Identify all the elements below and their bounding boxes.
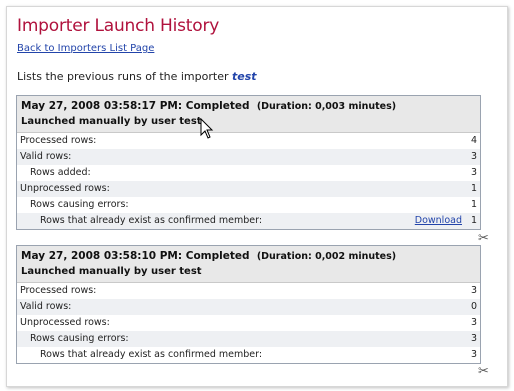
stat-row-existing: Rows that already exist as confirmed mem… [17, 213, 480, 229]
run-status-text: May 27, 2008 03:58:17 PM: Completed [21, 100, 250, 112]
stat-row-added: Rows added: 3 [30, 167, 477, 178]
scissors-icon: ✂ [478, 364, 489, 379]
run-status: May 27, 2008 03:58:10 PM: Completed (Dur… [21, 249, 476, 264]
scissors-icon: ✂ [478, 231, 489, 246]
run-panel: May 27, 2008 03:58:10 PM: Completed (Dur… [16, 245, 481, 364]
run-duration: (Duration: 0,003 minutes) [256, 101, 397, 112]
stat-row-valid: Valid rows: 3 [17, 149, 480, 165]
download-link[interactable]: Download [415, 213, 462, 229]
stat-row-unprocessed: Unprocessed rows: 1 [17, 181, 480, 197]
stat-row-unprocessed: Unprocessed rows: 3 [20, 317, 477, 328]
run-header: May 27, 2008 03:58:17 PM: Completed (Dur… [17, 96, 480, 133]
run-status-text: May 27, 2008 03:58:10 PM: Completed [21, 250, 250, 262]
stat-row-errors: Rows causing errors: 3 [17, 331, 480, 347]
stat-row-valid: Valid rows: 0 [17, 299, 480, 315]
run-duration: (Duration: 0,002 minutes) [256, 251, 397, 262]
stat-row-errors: Rows causing errors: 1 [30, 199, 477, 210]
back-to-importers-link[interactable]: Back to Importers List Page [17, 43, 154, 54]
run-panel: May 27, 2008 03:58:17 PM: Completed (Dur… [16, 95, 481, 230]
importer-name[interactable]: test [232, 70, 257, 83]
intro-text: Lists the previous runs of the importer … [17, 70, 257, 83]
run-launcher: Launched manually by user test [21, 116, 202, 127]
intro-label: Lists the previous runs of the importer [17, 70, 232, 83]
run-launcher: Launched manually by user test [21, 266, 202, 277]
run-header: May 27, 2008 03:58:10 PM: Completed (Dur… [17, 246, 480, 283]
run-status: May 27, 2008 03:58:17 PM: Completed (Dur… [21, 99, 476, 114]
mouse-cursor-icon [200, 118, 214, 139]
stat-row-processed: Processed rows: 4 [20, 135, 477, 146]
page-title: Importer Launch History [17, 16, 220, 36]
stat-row-existing: Rows that already exist as confirmed mem… [40, 349, 477, 360]
stat-row-processed: Processed rows: 3 [20, 285, 477, 296]
